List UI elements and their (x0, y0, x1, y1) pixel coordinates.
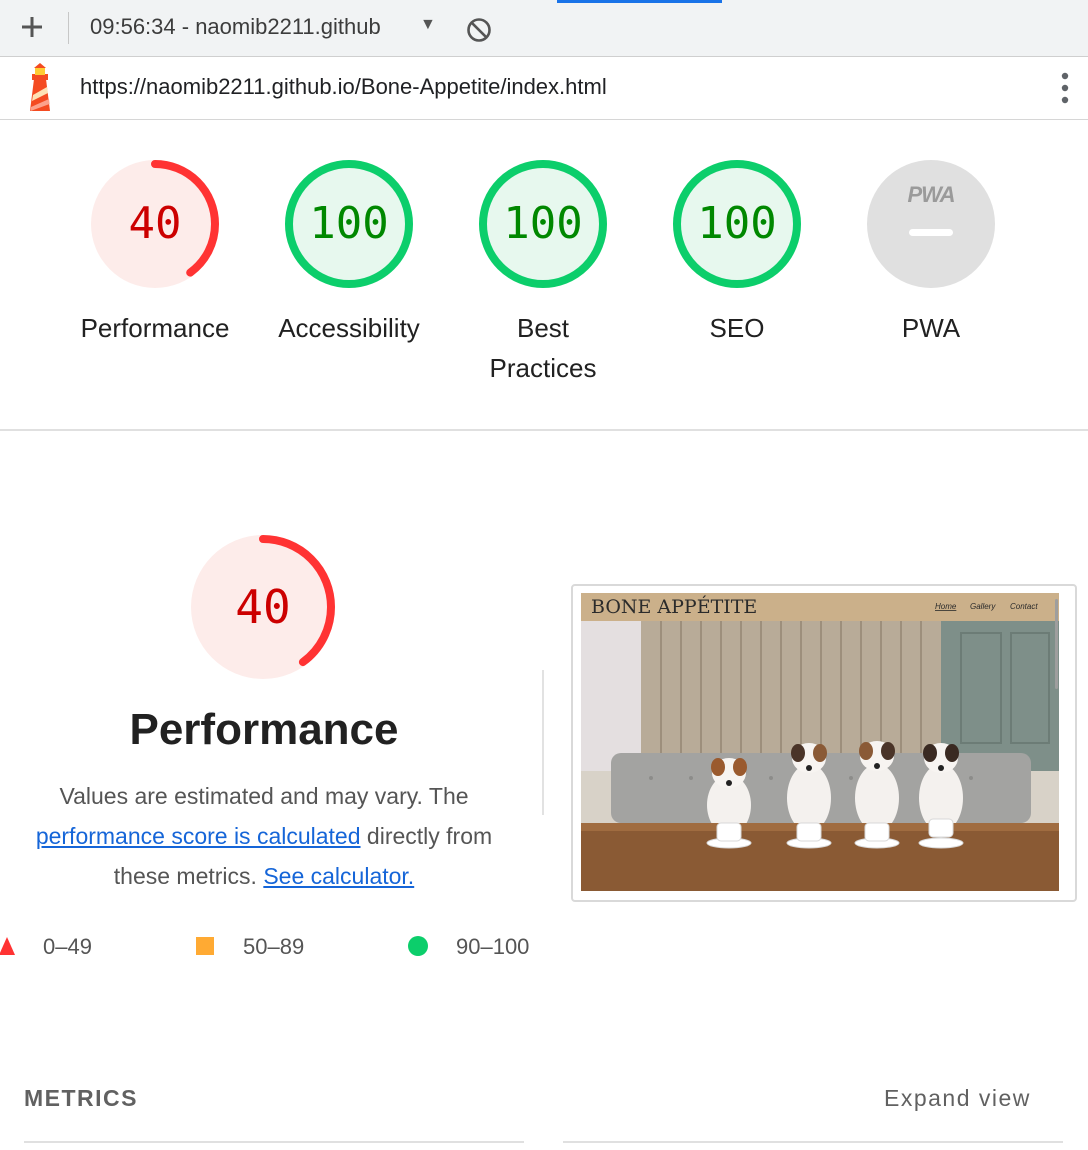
best-practices-label[interactable]: Best Practices (443, 308, 643, 388)
toolbar-divider (68, 12, 69, 44)
plus-icon[interactable] (20, 15, 44, 39)
pwa-gauge[interactable]: PWA (861, 154, 1001, 294)
section-divider (0, 429, 1088, 431)
pwa-badge-text: PWA (907, 182, 955, 207)
average-square-icon (196, 937, 214, 955)
dropdown-caret-icon: ▼ (420, 16, 436, 33)
final-screenshot-image: BONE APPÉTITE Home Gallery Contact (581, 593, 1059, 891)
report-select-dropdown[interactable]: 09:56:34 - naomib2211.github ▼ (90, 14, 440, 42)
accessibility-score: 100 (309, 198, 389, 249)
performance-detail-score: 40 (235, 580, 291, 634)
pwa-label[interactable]: PWA (831, 308, 1031, 348)
expand-view-toggle[interactable]: Expand view (884, 1085, 1031, 1112)
lighthouse-icon (30, 63, 50, 111)
seo-label[interactable]: SEO (637, 308, 837, 348)
legend-average-range: 50–89 (243, 934, 305, 959)
metrics-rule-right (563, 1141, 1063, 1143)
report-select-value: 09:56:34 - naomib2211.github (90, 14, 381, 39)
best-practices-label-line2: Practices (489, 353, 597, 383)
thumbnail-nav-contact: Contact (1010, 602, 1038, 611)
best-practices-label-line1: Best (516, 313, 570, 343)
performance-gauge[interactable]: 40 (85, 154, 225, 294)
performance-description: Values are estimated and may vary. The p… (10, 776, 518, 896)
thumbnail-nav-home: Home (935, 602, 957, 611)
pass-circle-icon (408, 936, 428, 956)
active-tab-indicator (557, 0, 722, 3)
score-calculated-link[interactable]: performance score is calculated (36, 823, 361, 849)
fail-triangle-icon (0, 937, 15, 955)
block-icon[interactable] (466, 17, 492, 43)
see-calculator-link[interactable]: See calculator. (263, 863, 414, 889)
best-practices-score: 100 (503, 198, 583, 249)
kebab-menu-icon[interactable] (1054, 70, 1076, 106)
seo-gauge[interactable]: 100 (667, 154, 807, 294)
thumbnail-site-title: BONE APPÉTITE (591, 595, 757, 618)
seo-score: 100 (697, 198, 777, 249)
perf-desc-text-3: these metrics. (113, 863, 257, 889)
performance-score: 40 (128, 198, 182, 249)
best-practices-gauge[interactable]: 100 (473, 154, 613, 294)
accessibility-label[interactable]: Accessibility (249, 308, 449, 348)
performance-label[interactable]: Performance (55, 308, 255, 348)
page-url: https://naomib2211.github.io/Bone-Appeti… (80, 74, 607, 99)
perf-desc-text-2: directly from (366, 823, 493, 849)
legend-pass-range: 90–100 (456, 934, 530, 959)
metrics-heading: METRICS (24, 1085, 138, 1111)
performance-detail-gauge: 40 (190, 534, 336, 680)
perf-desc-text-1: Values are estimated and may vary. The (59, 783, 469, 809)
pwa-badge-icon (867, 160, 995, 288)
thumbnail-nav-gallery: Gallery (970, 602, 996, 611)
metrics-rule-left (24, 1141, 524, 1143)
accessibility-gauge[interactable]: 100 (279, 154, 419, 294)
vertical-separator (542, 670, 544, 815)
legend-fail-range: 0–49 (43, 934, 92, 959)
performance-title: Performance (129, 705, 399, 754)
